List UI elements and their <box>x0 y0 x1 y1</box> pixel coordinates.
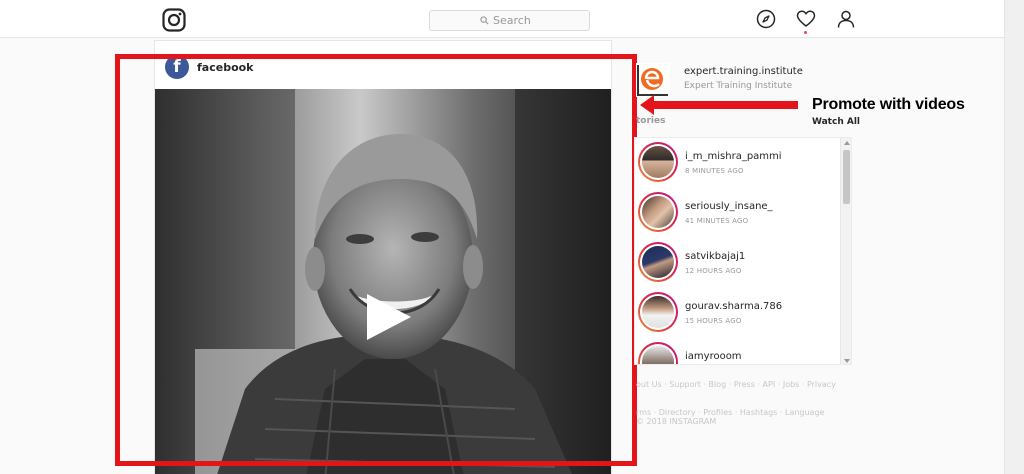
watch-all-link[interactable]: Watch All <box>812 117 860 127</box>
search-box[interactable] <box>429 10 590 31</box>
story-username: seriously_insane_ <box>685 201 773 212</box>
play-icon[interactable] <box>363 292 413 342</box>
scroll-thumb[interactable] <box>843 150 850 204</box>
stories-list: i_m_mishra_pammi 8 MINUTES AGO seriously… <box>634 137 852 365</box>
story-avatar <box>638 342 678 364</box>
story-username: i_m_mishra_pammi <box>685 151 782 162</box>
profile-full-name: Expert Training Institute <box>684 81 793 91</box>
compass-icon[interactable] <box>756 9 776 29</box>
stories-scrollbar[interactable] <box>840 138 851 364</box>
story-item[interactable]: gourav.sharma.786 15 HOURS AGO <box>635 290 840 340</box>
annotation-label: Promote with videos <box>812 96 965 113</box>
story-avatar <box>638 292 678 332</box>
stories-heading: tories <box>636 116 666 126</box>
post-video[interactable] <box>155 89 611 474</box>
heart-icon[interactable] <box>796 9 816 29</box>
story-item[interactable]: satvikbajaj1 12 HOURS AGO <box>635 240 840 290</box>
facebook-avatar[interactable]: f <box>165 55 189 79</box>
top-navigation-bar <box>0 0 1004 38</box>
post-username[interactable]: facebook <box>197 61 254 74</box>
notification-dot <box>804 31 807 34</box>
search-icon <box>480 16 489 25</box>
story-avatar <box>638 192 678 232</box>
story-time: 8 MINUTES AGO <box>685 167 744 175</box>
scroll-down-icon[interactable] <box>844 359 850 363</box>
search-input[interactable] <box>493 14 539 27</box>
video-frame-image <box>155 89 611 474</box>
instagram-logo-icon[interactable] <box>162 8 186 32</box>
story-item[interactable]: iamyrooom <box>635 340 840 364</box>
story-time: 41 MINUTES AGO <box>685 217 749 225</box>
story-username: satvikbajaj1 <box>685 251 746 262</box>
footer-links-line-1[interactable]: out Us · Support · Blog · Press · API · … <box>636 378 836 406</box>
annotation-arrow-icon <box>640 95 798 115</box>
footer-links: out Us · Support · Blog · Press · API · … <box>636 378 836 420</box>
story-time: 12 HOURS AGO <box>685 267 742 275</box>
copyright: © 2018 INSTAGRAM <box>636 417 717 426</box>
copyright-text: 2018 INSTAGRAM <box>646 417 717 426</box>
story-avatar <box>638 142 678 182</box>
story-item[interactable]: i_m_mishra_pammi 8 MINUTES AGO <box>635 140 840 190</box>
feed-post: f facebook <box>154 40 612 474</box>
profile-avatar[interactable] <box>636 63 670 97</box>
story-username: iamyrooom <box>685 351 742 362</box>
scroll-up-icon[interactable] <box>844 141 850 145</box>
story-avatar <box>638 242 678 282</box>
profile-username[interactable]: expert.training.institute <box>684 66 803 77</box>
story-item[interactable]: seriously_insane_ 41 MINUTES AGO <box>635 190 840 240</box>
story-time: 15 HOURS AGO <box>685 317 742 325</box>
profile-icon[interactable] <box>836 9 856 29</box>
post-header: f facebook <box>165 55 254 79</box>
page-gutter <box>1004 0 1024 474</box>
story-username: gourav.sharma.786 <box>685 301 783 312</box>
